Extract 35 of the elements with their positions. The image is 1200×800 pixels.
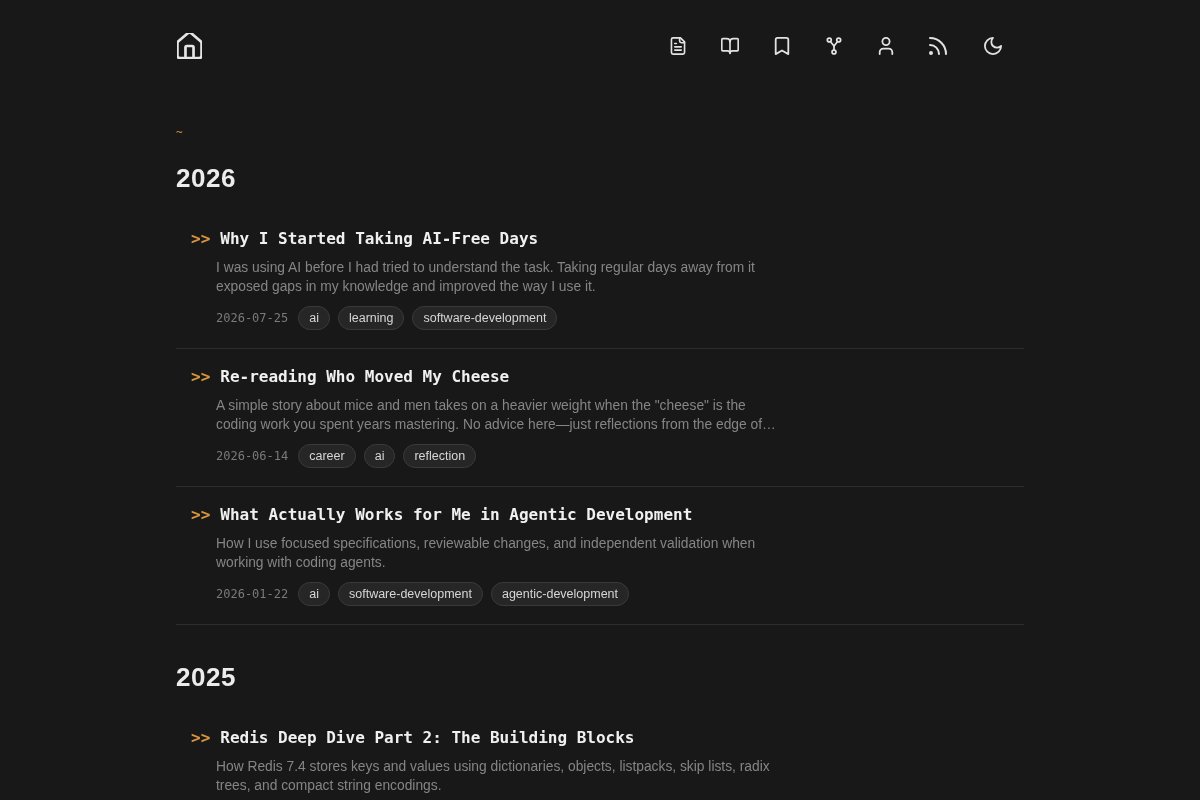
tag-link[interactable]: career [298, 444, 356, 468]
document-icon[interactable] [669, 37, 687, 55]
user-icon[interactable] [877, 37, 895, 55]
post-summary: A simple story about mice and men takes on a heavier weight when the "cheese" is the coding work you spent years mastering. No advice here—just reflections from the edge of… [216, 397, 777, 434]
tag-link[interactable]: reflection [403, 444, 477, 468]
post-date: 2026-06-14 [216, 449, 289, 463]
chevron-marker: >> [191, 727, 211, 749]
nodes-icon[interactable] [825, 37, 843, 55]
bookmark-icon[interactable] [773, 37, 791, 55]
post-title-link[interactable]: What Actually Works for Me in Agentic Development [220, 503, 693, 527]
tag-link[interactable]: software-development [412, 306, 558, 330]
post-date: 2026-07-25 [216, 311, 289, 325]
post-title-link[interactable]: Redis Deep Dive Part 2: The Building Blocks [220, 726, 635, 750]
year-heading: 2025 [176, 662, 237, 692]
tag-link[interactable]: learning [338, 306, 405, 330]
moon-icon[interactable] [984, 37, 1002, 55]
post-title-link[interactable]: Why I Started Taking AI-Free Days [220, 227, 539, 251]
tag-link[interactable]: software-development [338, 582, 483, 606]
post-summary: How Redis 7.4 stores keys and values using dictionaries, objects, listpacks, skip lists, radix trees, and compact string encodings. [216, 758, 771, 795]
post-summary: How I use focused specifications, reviewable changes, and independent validation when working with coding agents. [216, 535, 757, 572]
tag-link[interactable]: ai [298, 582, 330, 606]
tag-link[interactable]: ai [298, 306, 330, 330]
post-title-link[interactable]: Re-reading Who Moved My Cheese [220, 365, 510, 389]
chevron-marker: >> [191, 228, 211, 250]
tag-link[interactable]: agentic-development [490, 582, 629, 606]
tag-link[interactable]: ai [363, 444, 396, 468]
post-date: 2026-01-22 [216, 587, 289, 601]
post-summary: I was using AI before I had tried to understand the task. Taking regular days away from it exposed gaps in my knowledge and improved the way I use it. [216, 259, 756, 296]
open-book-icon[interactable] [721, 37, 739, 55]
chevron-marker: >> [191, 366, 211, 388]
home-icon[interactable] [177, 33, 202, 59]
breadcrumb[interactable]: ~ [176, 126, 183, 140]
chevron-marker: >> [191, 504, 211, 526]
year-heading: 2026 [176, 163, 237, 193]
rss-icon[interactable] [929, 37, 947, 55]
